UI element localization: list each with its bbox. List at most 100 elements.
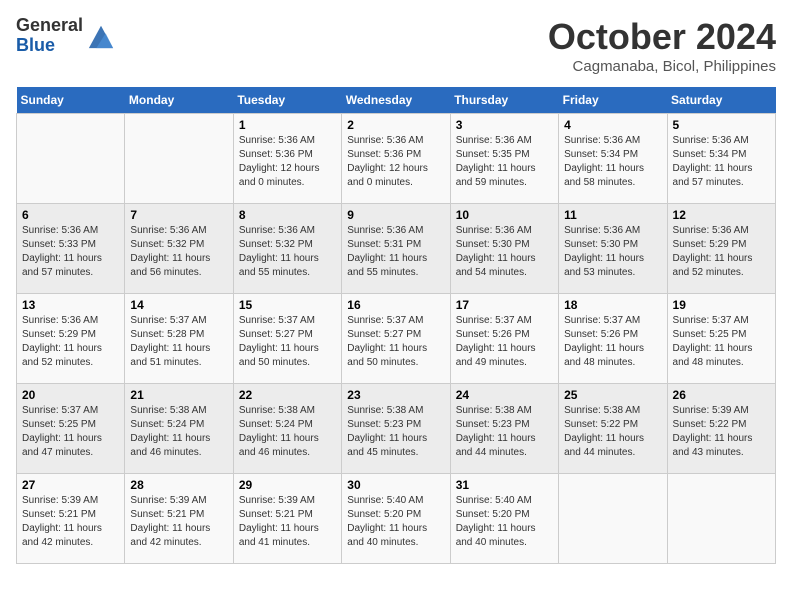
- day-detail: Sunrise: 5:38 AM Sunset: 5:23 PM Dayligh…: [456, 404, 553, 460]
- day-detail: Sunrise: 5:36 AM Sunset: 5:34 PM Dayligh…: [673, 134, 770, 190]
- calendar-cell: 14 Sunrise: 5:37 AM Sunset: 5:28 PM Dayli…: [125, 294, 233, 384]
- weekday-header-tuesday: Tuesday: [233, 87, 341, 114]
- day-number: 7: [130, 208, 227, 222]
- calendar-cell: [17, 114, 125, 204]
- day-detail: Sunrise: 5:36 AM Sunset: 5:32 PM Dayligh…: [239, 224, 336, 280]
- location-text: Cagmanaba, Bicol, Philippines: [548, 58, 776, 75]
- calendar-cell: 8 Sunrise: 5:36 AM Sunset: 5:32 PM Daylig…: [233, 204, 341, 294]
- calendar-week-2: 6Sunrise: 5:36 AM Sunset: 5:33 PM Daylig…: [17, 204, 776, 294]
- calendar-cell: 1 Sunrise: 5:36 AM Sunset: 5:36 PM Daylig…: [233, 114, 341, 204]
- day-detail: Sunrise: 5:36 AM Sunset: 5:31 PM Dayligh…: [347, 224, 444, 280]
- day-number: 13: [22, 298, 119, 312]
- day-number: 27: [22, 478, 119, 492]
- day-number: 14: [130, 298, 227, 312]
- logo-blue-text: Blue: [16, 36, 83, 56]
- day-detail: Sunrise: 5:39 AM Sunset: 5:22 PM Dayligh…: [673, 404, 770, 460]
- day-number: 31: [456, 478, 553, 492]
- logo-general-text: General: [16, 16, 83, 36]
- day-number: 23: [347, 388, 444, 402]
- day-detail: Sunrise: 5:40 AM Sunset: 5:20 PM Dayligh…: [456, 494, 553, 550]
- day-number: 22: [239, 388, 336, 402]
- day-detail: Sunrise: 5:37 AM Sunset: 5:26 PM Dayligh…: [456, 314, 553, 370]
- day-number: 19: [673, 298, 770, 312]
- day-number: 3: [456, 118, 553, 132]
- calendar-cell: 28 Sunrise: 5:39 AM Sunset: 5:21 PM Dayli…: [125, 474, 233, 564]
- calendar-cell: 11 Sunrise: 5:36 AM Sunset: 5:30 PM Dayli…: [559, 204, 667, 294]
- day-number: 8: [239, 208, 336, 222]
- calendar-cell: [125, 114, 233, 204]
- day-detail: Sunrise: 5:38 AM Sunset: 5:24 PM Dayligh…: [130, 404, 227, 460]
- day-number: 1: [239, 118, 336, 132]
- weekday-header-sunday: Sunday: [17, 87, 125, 114]
- day-detail: Sunrise: 5:36 AM Sunset: 5:36 PM Dayligh…: [347, 134, 444, 190]
- day-detail: Sunrise: 5:38 AM Sunset: 5:23 PM Dayligh…: [347, 404, 444, 460]
- calendar-cell: 7 Sunrise: 5:36 AM Sunset: 5:32 PM Daylig…: [125, 204, 233, 294]
- day-number: 6: [22, 208, 119, 222]
- day-detail: Sunrise: 5:37 AM Sunset: 5:27 PM Dayligh…: [239, 314, 336, 370]
- logo-icon: [87, 22, 115, 50]
- calendar-cell: 23 Sunrise: 5:38 AM Sunset: 5:23 PM Dayli…: [342, 384, 450, 474]
- weekday-header-thursday: Thursday: [450, 87, 558, 114]
- calendar-cell: 22 Sunrise: 5:38 AM Sunset: 5:24 PM Dayli…: [233, 384, 341, 474]
- calendar-cell: 10 Sunrise: 5:36 AM Sunset: 5:30 PM Dayli…: [450, 204, 558, 294]
- calendar-week-5: 27 Sunrise: 5:39 AM Sunset: 5:21 PM Dayli…: [17, 474, 776, 564]
- day-detail: Sunrise: 5:39 AM Sunset: 5:21 PM Dayligh…: [130, 494, 227, 550]
- day-number: 5: [673, 118, 770, 132]
- day-number: 25: [564, 388, 661, 402]
- day-detail: Sunrise: 5:36 AM Sunset: 5:34 PM Dayligh…: [564, 134, 661, 190]
- day-detail: Sunrise: 5:36 AM Sunset: 5:30 PM Dayligh…: [456, 224, 553, 280]
- day-number: 11: [564, 208, 661, 222]
- calendar-cell: 16Sunrise: 5:37 AM Sunset: 5:27 PM Dayli…: [342, 294, 450, 384]
- calendar-cell: [559, 474, 667, 564]
- calendar-cell: 25 Sunrise: 5:38 AM Sunset: 5:22 PM Dayli…: [559, 384, 667, 474]
- title-area: October 2024 Cagmanaba, Bicol, Philippin…: [548, 16, 776, 75]
- day-detail: Sunrise: 5:36 AM Sunset: 5:30 PM Dayligh…: [564, 224, 661, 280]
- weekday-header-friday: Friday: [559, 87, 667, 114]
- logo: General Blue: [16, 16, 115, 56]
- day-detail: Sunrise: 5:37 AM Sunset: 5:28 PM Dayligh…: [130, 314, 227, 370]
- calendar-week-1: 1 Sunrise: 5:36 AM Sunset: 5:36 PM Daylig…: [17, 114, 776, 204]
- day-number: 10: [456, 208, 553, 222]
- weekday-header-monday: Monday: [125, 87, 233, 114]
- calendar-cell: 18 Sunrise: 5:37 AM Sunset: 5:26 PM Dayli…: [559, 294, 667, 384]
- calendar-cell: 2Sunrise: 5:36 AM Sunset: 5:36 PM Daylig…: [342, 114, 450, 204]
- day-detail: Sunrise: 5:39 AM Sunset: 5:21 PM Dayligh…: [22, 494, 119, 550]
- calendar-cell: 19Sunrise: 5:37 AM Sunset: 5:25 PM Dayli…: [667, 294, 775, 384]
- calendar-cell: 21Sunrise: 5:38 AM Sunset: 5:24 PM Dayli…: [125, 384, 233, 474]
- day-number: 18: [564, 298, 661, 312]
- calendar-cell: [667, 474, 775, 564]
- day-detail: Sunrise: 5:37 AM Sunset: 5:26 PM Dayligh…: [564, 314, 661, 370]
- day-number: 17: [456, 298, 553, 312]
- calendar-cell: 9 Sunrise: 5:36 AM Sunset: 5:31 PM Daylig…: [342, 204, 450, 294]
- day-detail: Sunrise: 5:36 AM Sunset: 5:32 PM Dayligh…: [130, 224, 227, 280]
- calendar-cell: 26 Sunrise: 5:39 AM Sunset: 5:22 PM Dayli…: [667, 384, 775, 474]
- day-detail: Sunrise: 5:40 AM Sunset: 5:20 PM Dayligh…: [347, 494, 444, 550]
- calendar-cell: 15 Sunrise: 5:37 AM Sunset: 5:27 PM Dayli…: [233, 294, 341, 384]
- calendar-cell: 27 Sunrise: 5:39 AM Sunset: 5:21 PM Dayli…: [17, 474, 125, 564]
- calendar-cell: 3Sunrise: 5:36 AM Sunset: 5:35 PM Daylig…: [450, 114, 558, 204]
- weekday-header-wednesday: Wednesday: [342, 87, 450, 114]
- day-detail: Sunrise: 5:38 AM Sunset: 5:22 PM Dayligh…: [564, 404, 661, 460]
- calendar-cell: 30 Sunrise: 5:40 AM Sunset: 5:20 PM Dayli…: [342, 474, 450, 564]
- day-detail: Sunrise: 5:36 AM Sunset: 5:36 PM Dayligh…: [239, 134, 336, 190]
- calendar-cell: 31 Sunrise: 5:40 AM Sunset: 5:20 PM Dayli…: [450, 474, 558, 564]
- weekday-header-saturday: Saturday: [667, 87, 775, 114]
- calendar-cell: 12Sunrise: 5:36 AM Sunset: 5:29 PM Dayli…: [667, 204, 775, 294]
- day-number: 26: [673, 388, 770, 402]
- day-number: 20: [22, 388, 119, 402]
- day-number: 30: [347, 478, 444, 492]
- day-detail: Sunrise: 5:38 AM Sunset: 5:24 PM Dayligh…: [239, 404, 336, 460]
- calendar-table: SundayMondayTuesdayWednesdayThursdayFrid…: [16, 87, 776, 564]
- day-detail: Sunrise: 5:36 AM Sunset: 5:29 PM Dayligh…: [673, 224, 770, 280]
- day-number: 15: [239, 298, 336, 312]
- day-detail: Sunrise: 5:37 AM Sunset: 5:27 PM Dayligh…: [347, 314, 444, 370]
- calendar-cell: 24 Sunrise: 5:38 AM Sunset: 5:23 PM Dayli…: [450, 384, 558, 474]
- day-detail: Sunrise: 5:37 AM Sunset: 5:25 PM Dayligh…: [22, 404, 119, 460]
- day-number: 4: [564, 118, 661, 132]
- page-header: General Blue October 2024 Cagmanaba, Bic…: [16, 16, 776, 75]
- day-number: 9: [347, 208, 444, 222]
- day-number: 24: [456, 388, 553, 402]
- weekday-header-row: SundayMondayTuesdayWednesdayThursdayFrid…: [17, 87, 776, 114]
- calendar-cell: 5 Sunrise: 5:36 AM Sunset: 5:34 PM Daylig…: [667, 114, 775, 204]
- day-number: 28: [130, 478, 227, 492]
